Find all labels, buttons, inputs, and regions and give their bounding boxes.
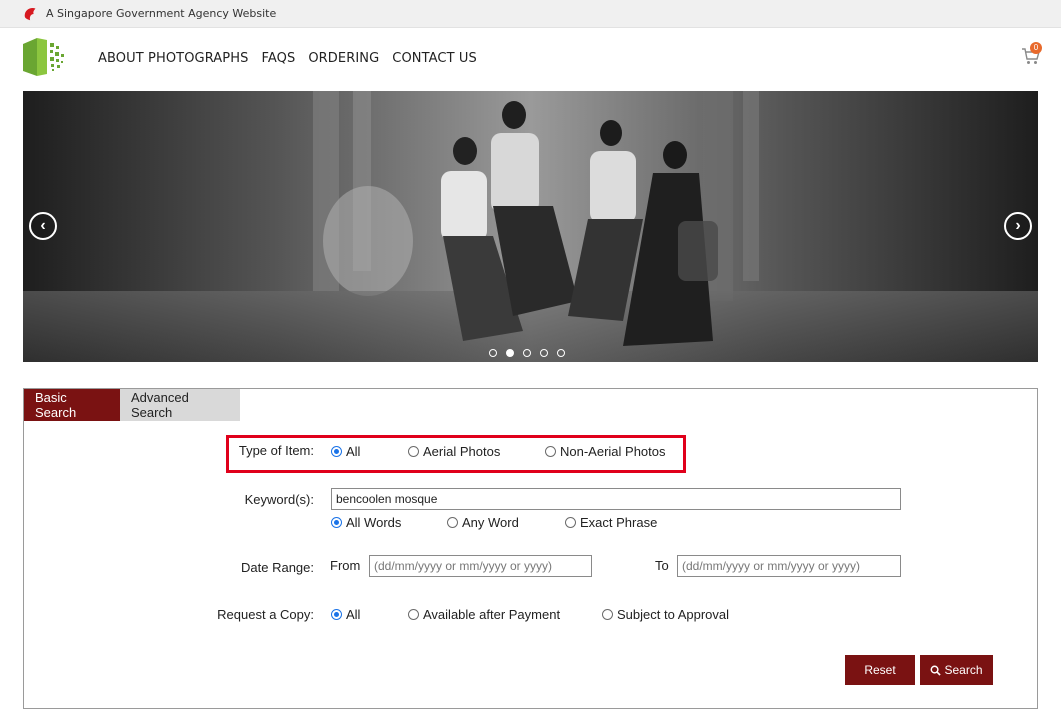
photo-carousel: ‹ › — [23, 91, 1038, 362]
type-all-radio[interactable]: All — [331, 444, 360, 459]
radio-label: Exact Phrase — [580, 515, 658, 530]
nav-contact-us[interactable]: CONTACT US — [392, 51, 477, 66]
radio-label: All — [346, 607, 361, 622]
type-of-item-label: Type of Item: — [238, 443, 314, 458]
radio-button[interactable] — [545, 446, 556, 457]
copy-after-payment-radio[interactable]: Available after Payment — [408, 607, 560, 622]
gov-banner: A Singapore Government Agency Website — [0, 0, 1061, 28]
chevron-right-icon: › — [1015, 217, 1021, 234]
reset-button[interactable]: Reset — [845, 655, 915, 685]
to-label: To — [655, 558, 669, 573]
carousel-dot-3[interactable] — [523, 349, 531, 357]
copy-all-radio[interactable]: All — [331, 607, 360, 622]
radio-button[interactable] — [408, 446, 419, 457]
chevron-left-icon: ‹ — [40, 217, 46, 234]
tab-advanced-search[interactable]: Advanced Search — [120, 389, 240, 421]
radio-label: Subject to Approval — [617, 607, 730, 622]
nav-faqs[interactable]: FAQS — [261, 51, 295, 66]
radio-label: Available after Payment — [423, 607, 561, 622]
search-tabs: Basic Search Advanced Search — [24, 389, 240, 421]
match-all-words-radio[interactable]: All Words — [331, 515, 401, 530]
type-non-aerial-radio[interactable]: Non-Aerial Photos — [545, 444, 666, 459]
keyword-input[interactable] — [331, 488, 901, 510]
search-button[interactable]: Search — [920, 655, 993, 685]
search-icon — [931, 665, 942, 676]
date-from-input[interactable] — [369, 555, 592, 577]
search-panel: Basic Search Advanced Search Type of Ite… — [23, 388, 1038, 709]
cart-button[interactable]: 0 — [1021, 42, 1043, 66]
carousel-prev-button[interactable]: ‹ — [29, 212, 57, 240]
from-label: From — [330, 558, 361, 573]
cart-count-badge: 0 — [1030, 42, 1042, 54]
radio-button[interactable] — [331, 446, 342, 457]
tab-basic-search[interactable]: Basic Search — [24, 389, 120, 421]
date-to-input[interactable] — [677, 555, 901, 577]
radio-label: Non-Aerial Photos — [560, 444, 666, 459]
keyword-label: Keyword(s): — [244, 492, 314, 507]
radio-label: Aerial Photos — [423, 444, 501, 459]
copy-subject-approval-radio[interactable]: Subject to Approval — [602, 607, 729, 622]
carousel-dots — [489, 349, 565, 357]
radio-label: All — [346, 444, 361, 459]
radio-button[interactable] — [331, 609, 342, 620]
carousel-dot-2[interactable] — [506, 349, 514, 357]
radio-label: All Words — [346, 515, 402, 530]
carousel-dot-5[interactable] — [557, 349, 565, 357]
carousel-dot-1[interactable] — [489, 349, 497, 357]
match-exact-phrase-radio[interactable]: Exact Phrase — [565, 515, 657, 530]
search-button-label: Search — [944, 663, 983, 677]
radio-button[interactable] — [565, 517, 576, 528]
site-header: ABOUT PHOTOGRAPHS FAQS ORDERING CONTACT … — [0, 28, 1061, 90]
radio-button[interactable] — [331, 517, 342, 528]
main-nav: ABOUT PHOTOGRAPHS FAQS ORDERING CONTACT … — [98, 51, 477, 66]
match-any-word-radio[interactable]: Any Word — [447, 515, 519, 530]
site-logo[interactable] — [23, 38, 69, 76]
nav-about-photographs[interactable]: ABOUT PHOTOGRAPHS — [98, 51, 248, 66]
carousel-photo — [23, 91, 1038, 362]
carousel-next-button[interactable]: › — [1004, 212, 1032, 240]
radio-button[interactable] — [408, 609, 419, 620]
radio-button[interactable] — [602, 609, 613, 620]
lion-head-icon — [24, 7, 36, 20]
date-range-label: Date Range: — [241, 560, 314, 575]
type-aerial-radio[interactable]: Aerial Photos — [408, 444, 500, 459]
gov-banner-text: A Singapore Government Agency Website — [46, 7, 277, 20]
request-copy-label: Request a Copy: — [217, 607, 314, 622]
carousel-dot-4[interactable] — [540, 349, 548, 357]
radio-label: Any Word — [462, 515, 519, 530]
radio-button[interactable] — [447, 517, 458, 528]
nav-ordering[interactable]: ORDERING — [308, 51, 379, 66]
